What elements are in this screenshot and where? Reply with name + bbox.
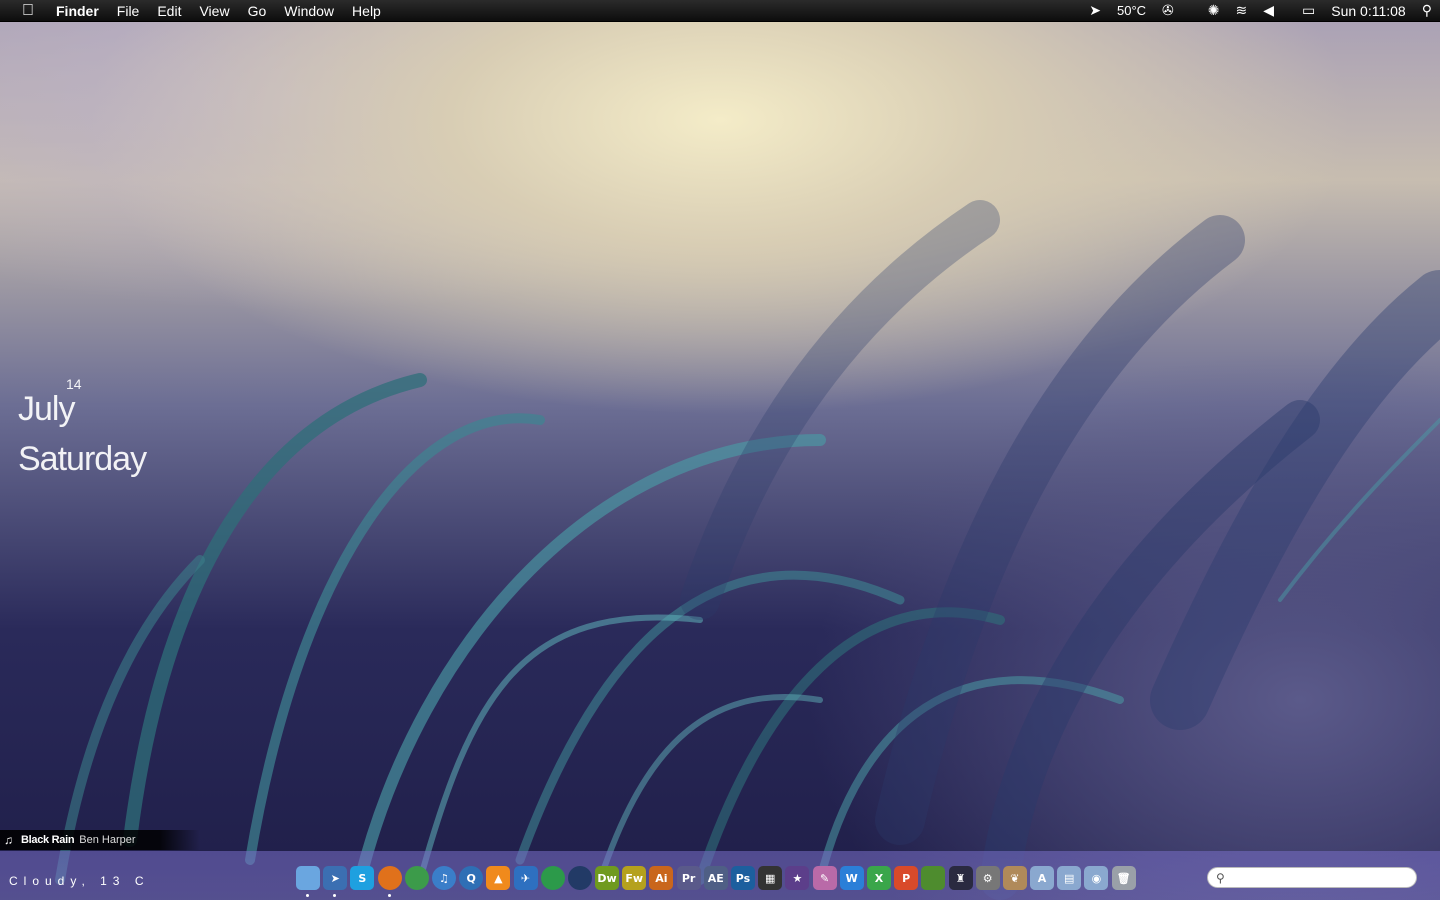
dock-cinema4d-icon[interactable] xyxy=(567,866,592,890)
now-playing-track: Black Rain xyxy=(21,834,75,846)
dock-documents-folder-icon[interactable]: ▤ xyxy=(1057,866,1082,890)
temperature-reading[interactable]: 50°C xyxy=(1109,3,1154,18)
dock-finder-icon[interactable] xyxy=(296,866,320,897)
dock-pencil-icon[interactable]: ✎ xyxy=(812,866,837,890)
dock-after-effects-icon[interactable]: AE xyxy=(703,866,728,890)
dock-wizard-icon[interactable]: ♜ xyxy=(948,866,973,890)
dock-premiere-icon[interactable]: Pr xyxy=(676,866,701,890)
dock-minecraft-icon[interactable] xyxy=(921,866,946,890)
dock-imovie-icon[interactable]: ★ xyxy=(785,866,810,890)
wifi-icon[interactable]: ≋ xyxy=(1228,2,1256,19)
wallpaper xyxy=(55,200,1440,900)
dock-photoshop-icon[interactable]: Ps xyxy=(731,866,755,890)
menu-help[interactable]: Help xyxy=(343,3,390,19)
date-month: July xyxy=(18,390,75,428)
volume-icon[interactable]: ◀ xyxy=(1255,2,1282,19)
date-weekday: Saturday xyxy=(18,440,147,478)
dock-powerpoint-icon[interactable]: P xyxy=(894,866,919,890)
search-icon: ⚲ xyxy=(1216,870,1225,885)
menu-view[interactable]: View xyxy=(190,3,238,19)
dock-final-cut-icon[interactable]: ▦ xyxy=(758,866,783,890)
dock-cursor-app-icon[interactable]: ➤ xyxy=(323,866,348,897)
menubar-clock[interactable]: Sun 0:11:08 xyxy=(1323,3,1413,19)
dock-vlc-icon[interactable]: ▲ xyxy=(486,866,511,890)
battery-icon[interactable]: ▭ xyxy=(1294,2,1323,19)
dock-excel-icon[interactable]: X xyxy=(866,866,891,890)
menu-window[interactable]: Window xyxy=(275,3,343,19)
dock-camino-icon[interactable] xyxy=(540,866,565,890)
fan-icon[interactable]: ✇ xyxy=(1154,2,1182,19)
dock-system-prefs-icon[interactable]: ⚙ xyxy=(975,866,1000,890)
music-note-icon: ♫ xyxy=(4,833,13,847)
weather-text: Cloudy, 13 C xyxy=(9,874,150,888)
dock: ➤ S ♫ Q ▲ ✈ Dw Fw Ai Pr AE Ps ▦ ★ ✎ W X P ♜ ⚙ ❦ A ▤ ◉ 🗑 xyxy=(296,864,1139,897)
dock-downloads-folder-icon[interactable]: ◉ xyxy=(1084,866,1109,890)
menu-go[interactable]: Go xyxy=(239,3,276,19)
dock-search[interactable]: ⚲ xyxy=(1207,867,1417,888)
dock-skype-icon[interactable]: S xyxy=(350,866,375,890)
dock-squirrel-icon[interactable]: ❦ xyxy=(1002,866,1027,890)
dock-trash-icon[interactable]: 🗑 xyxy=(1111,866,1136,890)
spotlight-icon[interactable]: ⚲ xyxy=(1414,2,1440,19)
search-input[interactable] xyxy=(1228,870,1409,885)
network-icon[interactable]: ✺ xyxy=(1200,2,1228,19)
dock-quicktime-icon[interactable]: Q xyxy=(459,866,484,890)
dock-itunes-icon[interactable]: ♫ xyxy=(431,866,456,890)
dock-applications-folder-icon[interactable]: A xyxy=(1030,866,1055,890)
menu-file[interactable]: File xyxy=(108,3,149,19)
running-indicator xyxy=(387,894,391,897)
dock-firefox-icon[interactable] xyxy=(377,866,402,897)
dock-illustrator-icon[interactable]: Ai xyxy=(649,866,674,890)
dock-dreamweaver-icon[interactable]: Dw xyxy=(595,866,620,890)
now-playing-bar[interactable]: ♫ Black Rain Ben Harper xyxy=(0,830,200,850)
dock-word-icon[interactable]: W xyxy=(839,866,864,890)
cursor-icon[interactable]: ➤ xyxy=(1081,2,1109,19)
menu-edit[interactable]: Edit xyxy=(148,3,190,19)
running-indicator xyxy=(306,894,309,897)
status-area: ➤ 50°C ✇ ✺ ≋ ◀ ▭ Sun 0:11:08 ⚲ xyxy=(1081,0,1440,22)
now-playing-artist: Ben Harper xyxy=(79,834,136,846)
apple-icon[interactable]:  xyxy=(0,2,56,20)
menu-bar:  Finder File Edit View Go Window Help ➤… xyxy=(0,0,1440,22)
dock-chrome-icon[interactable] xyxy=(404,866,429,890)
menu-app-name[interactable]: Finder xyxy=(56,3,108,19)
dock-fireworks-icon[interactable]: Fw xyxy=(622,866,647,890)
dock-adium-icon[interactable]: ✈ xyxy=(513,866,538,890)
